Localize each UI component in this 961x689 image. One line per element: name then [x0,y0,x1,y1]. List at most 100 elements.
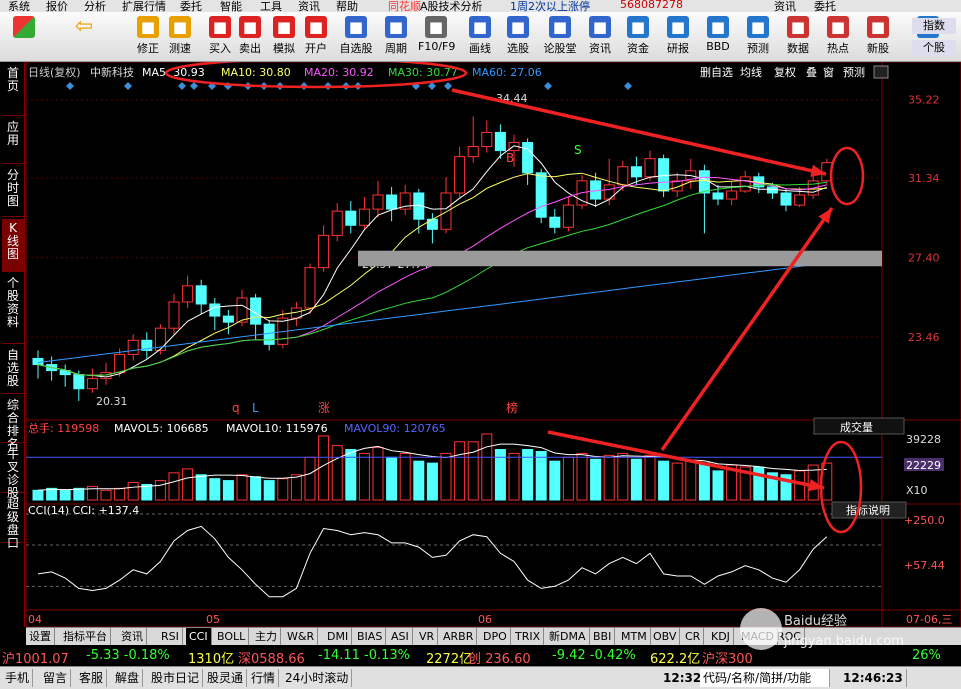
info-marker-icon[interactable] [178,82,186,90]
index-button[interactable]: 指数 [912,18,956,34]
indicator-tab[interactable]: W&R [284,628,319,645]
candle-body [644,158,656,178]
status-item[interactable]: 股市日记 [148,669,204,687]
chart-header-button[interactable]: 删自选 [700,66,733,79]
info-marker-icon[interactable] [444,82,452,90]
back-arrow-icon[interactable]: ⇦ [66,14,102,60]
indicator-tab[interactable]: RSI [158,628,183,645]
status-item[interactable]: 行情 [248,669,280,687]
toolbar-button[interactable]: ■ 资金 [620,14,656,60]
status-item[interactable]: 24小时滚动 [282,669,353,687]
indicator-help-label[interactable]: 指标说明 [846,503,890,517]
sidebar-item[interactable]: 分时图 [2,166,24,217]
indicator-tab[interactable]: CR [682,628,705,645]
stock-button[interactable]: 个股 [912,40,956,56]
chart-area[interactable]: 35.2231.3427.4023.46日线(复权) 中新科技 MA5: 30.93… [26,62,961,627]
toolbar-button[interactable]: ■ F10/F9 [418,14,455,60]
indicator-tab[interactable]: TRIX [512,628,545,645]
toolbar-icon: ■ [425,16,447,38]
indicator-tab[interactable]: KDJ [708,628,734,645]
toolbar-button[interactable]: ■ 热点 [820,14,856,60]
sidebar-item[interactable]: 个股资料 [2,274,24,344]
toolbar-button[interactable]: ■ 预测 [740,14,776,60]
status-item[interactable]: 留言 [40,669,72,687]
indicator-tab[interactable]: 指标平台 [60,628,111,645]
chart-header-button[interactable]: 叠 [806,66,817,79]
toolbar-button[interactable]: ■ BBD [700,14,736,60]
indicator-tab[interactable]: 新DMA [546,628,590,645]
chart-header-button[interactable]: 窗 [823,65,834,79]
status-item[interactable]: 客服 [76,669,108,687]
news-button[interactable]: 资讯 [774,0,796,12]
menu-item[interactable]: 系统 [8,0,30,12]
chart-header-button[interactable]: 均线 [740,65,762,79]
toolbar-button[interactable]: ■ 画线 [462,14,498,60]
menu-item[interactable]: 扩展行情 [122,0,166,12]
volume-bar [209,478,221,501]
info-marker-icon[interactable] [544,82,552,90]
info-marker-icon[interactable] [624,82,632,90]
indicator-tab[interactable]: 设置 [26,628,55,645]
volume-bar [576,452,588,501]
indicator-tab[interactable]: CCI [186,628,212,645]
menu-item[interactable]: 报价 [46,0,68,12]
menu-item[interactable]: 资讯 [298,0,320,12]
chart-header-button[interactable]: 复权 [774,65,796,79]
indicator-tab[interactable]: MACD [738,628,778,645]
search-input[interactable]: 代码/名称/简拼/功能 [700,669,830,687]
indicator-tab[interactable]: DMI [324,628,353,645]
toolbar-label: 数据 [787,42,809,55]
sidebar-item[interactable]: 应用 [2,118,24,164]
sidebar-item[interactable]: 自选股 [2,346,24,394]
indicator-tab[interactable]: ARBR [440,628,478,645]
menu-item[interactable]: 分析 [84,0,106,12]
menu-item[interactable]: 工具 [260,0,282,12]
indicator-tab[interactable]: ASI [388,628,413,645]
indicator-tab[interactable]: BIAS [354,628,387,645]
sidebar-item[interactable]: 综合排名 [2,396,24,451]
toolbar-button[interactable]: ■ 选股 [500,14,536,60]
indicator-tab[interactable]: VR [416,628,439,645]
toolbar-button[interactable]: ■ 卖出 [232,14,268,60]
toolbar-button[interactable]: ■ 修正 [130,14,166,60]
toolbar-button[interactable]: ■ 模拟 [266,14,302,60]
sidebar-item[interactable]: 牛叉诊股 [2,445,24,500]
status-item[interactable]: 手机 [2,669,34,687]
status-item[interactable]: 解盘 [112,669,144,687]
info-marker-icon[interactable] [124,82,132,90]
menu-item[interactable]: 帮助 [336,0,358,12]
toolbar-button[interactable]: ■ 周期 [378,14,414,60]
indicator-tab[interactable]: OBV [650,628,681,645]
info-marker-icon[interactable] [190,82,198,90]
indicator-tab[interactable]: 资讯 [118,628,147,645]
ma20-label: MA20: 30.92 [304,66,374,79]
toolbar-button[interactable]: ■ 论股堂 [542,14,578,60]
indicator-tab[interactable]: ROC [774,628,805,645]
sidebar-item[interactable]: 首页 [2,64,24,116]
toolbar-button[interactable]: ■ 研报 [660,14,696,60]
toolbar-button[interactable]: ■ 新股 [860,14,896,60]
indicator-tab[interactable]: BOLL [214,628,250,645]
status-item[interactable]: 股灵通 [204,669,248,687]
volume-bar [671,462,683,501]
volume-dropdown-label[interactable]: 成交量 [840,420,873,434]
toolbar-button[interactable]: ■ 资讯 [582,14,618,60]
trade-button[interactable]: 委托 [814,0,836,12]
sidebar-item[interactable]: 超级盘口 [2,495,24,550]
info-marker-icon[interactable] [66,82,74,90]
chart-header-button[interactable]: 预测 [843,66,865,79]
indicator-tab[interactable]: BBI [590,628,616,645]
toolbar-button[interactable]: ■ 自选股 [338,14,374,60]
toolbar-button[interactable]: ■ 开户 [298,14,334,60]
period-back-button[interactable] [873,65,889,79]
menu-item[interactable]: 智能 [220,0,242,12]
toolbar-button[interactable]: ■ 数据 [780,14,816,60]
sidebar-item[interactable]: K线图 [2,219,24,272]
menu-item[interactable]: 委托 [180,0,202,12]
indicator-tab[interactable]: MTM [618,628,651,645]
toolbar-button[interactable]: ■ 测速 [162,14,198,60]
toolbar-icon: ■ [345,16,367,38]
indicator-tab[interactable]: 主力 [252,628,281,645]
toolbar-label: 模拟 [273,42,295,55]
indicator-tab[interactable]: DPO [480,628,511,645]
